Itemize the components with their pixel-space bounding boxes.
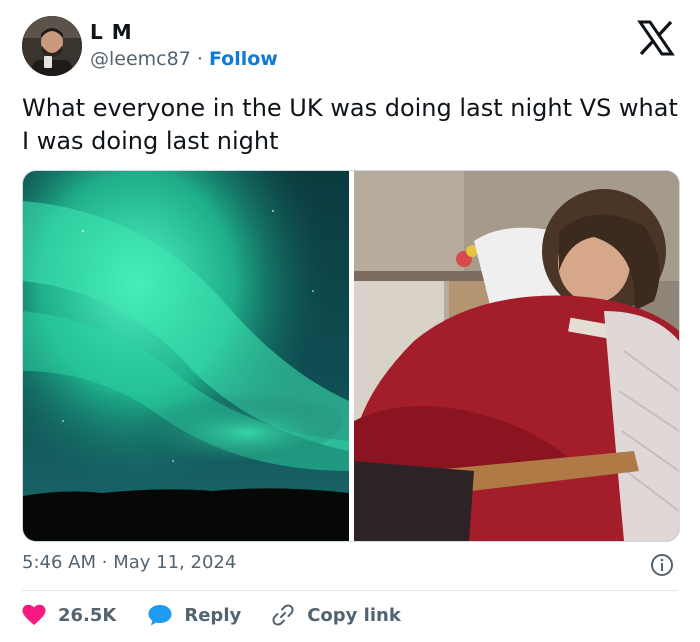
handle-row: @leemc87 · Follow [90, 48, 278, 70]
info-icon[interactable] [650, 553, 674, 577]
copy-link-button[interactable]: Copy link [271, 603, 401, 627]
copy-link-label: Copy link [307, 604, 401, 626]
tweet-text: What everyone in the UK was doing last n… [22, 94, 678, 155]
separator: · [196, 48, 203, 70]
tweet-time: 5:46 AM [22, 552, 96, 573]
x-logo-icon[interactable] [636, 18, 676, 58]
like-button[interactable]: 26.5K [22, 604, 116, 626]
media-grid [22, 170, 680, 542]
aurora-photo[interactable] [23, 171, 349, 541]
tweet-timestamp[interactable]: 5:46 AM · May 11, 2024 [22, 552, 236, 573]
follow-button[interactable]: Follow [209, 48, 278, 70]
author-handle[interactable]: @leemc87 [90, 48, 191, 70]
reply-label: Reply [184, 604, 242, 626]
tweet-date: May 11, 2024 [113, 552, 237, 573]
heart-icon [22, 604, 46, 625]
tweet-card: L M @leemc87 · Follow What everyone in t… [0, 0, 700, 642]
likes-count: 26.5K [58, 604, 117, 626]
divider [22, 590, 678, 591]
author-name[interactable]: L M [90, 20, 133, 44]
reply-bubble-icon [148, 605, 172, 626]
link-icon [272, 604, 294, 626]
action-bar: 26.5K Reply Copy link [22, 600, 401, 630]
sleeping-woman-photo[interactable] [354, 171, 679, 541]
reply-button[interactable]: Reply [148, 604, 241, 626]
avatar[interactable] [22, 16, 82, 76]
separator: · [101, 552, 108, 573]
